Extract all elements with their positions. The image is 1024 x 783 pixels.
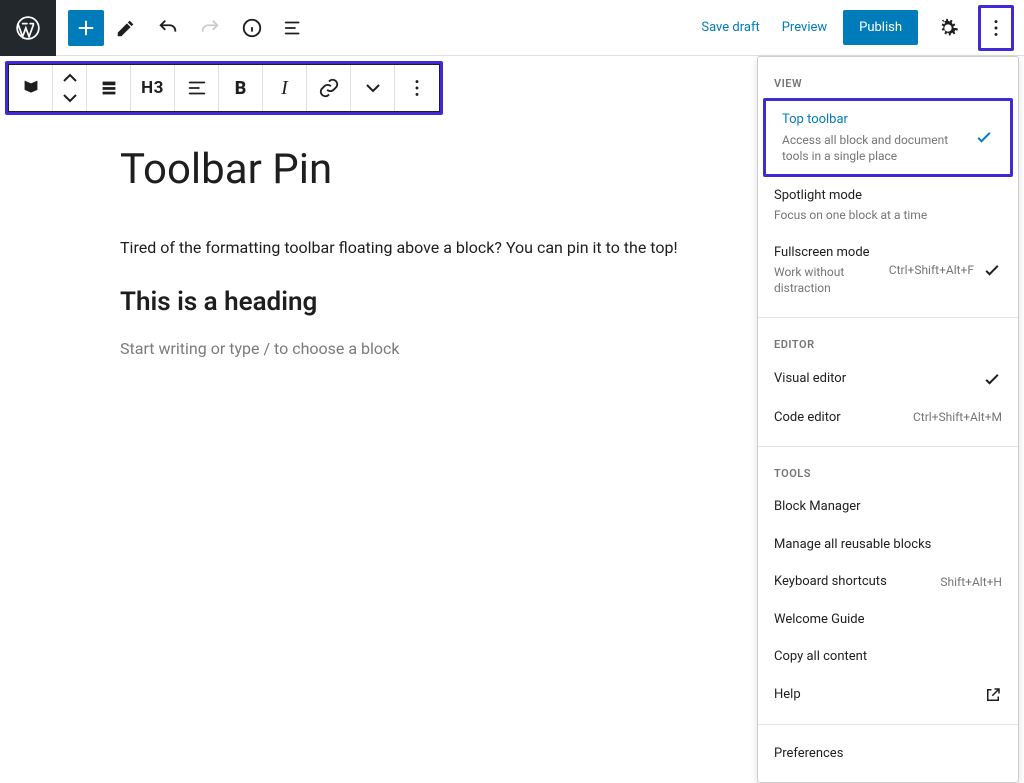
- editor-section: Editor Visual editor Code editor Ctrl+Sh…: [758, 318, 1018, 448]
- check-icon: [974, 127, 994, 147]
- heading-block[interactable]: This is a heading: [120, 287, 760, 317]
- tools-edit-icon[interactable]: [106, 8, 146, 48]
- menu-help[interactable]: Help: [758, 676, 1018, 714]
- pinned-block-toolbar-highlight: H3 B I: [5, 61, 443, 115]
- empty-block-placeholder[interactable]: Start writing or type / to choose a bloc…: [120, 339, 760, 358]
- menu-fullscreen-mode[interactable]: Fullscreen mode Work without distraction…: [758, 234, 1018, 307]
- menu-top-toolbar[interactable]: Top toolbar Access all block and documen…: [766, 101, 1010, 174]
- menu-welcome-guide[interactable]: Welcome Guide: [758, 601, 1018, 639]
- view-section: View Top toolbar Access all block and do…: [758, 57, 1018, 318]
- menu-code-editor[interactable]: Code editor Ctrl+Shift+Alt+M: [758, 399, 1018, 437]
- align-button[interactable]: [175, 65, 219, 111]
- info-button[interactable]: [232, 8, 272, 48]
- post-title[interactable]: Toolbar Pin: [120, 145, 760, 194]
- menu-spotlight-mode[interactable]: Spotlight mode Focus on one block at a t…: [758, 177, 1018, 234]
- menu-reusable-blocks[interactable]: Manage all reusable blocks: [758, 526, 1018, 564]
- check-icon: [982, 369, 1002, 389]
- menu-block-manager[interactable]: Block Manager: [758, 488, 1018, 526]
- header-left-tools: [56, 8, 314, 48]
- editor-header: Save draft Preview Publish: [0, 0, 1024, 56]
- options-dropdown: View Top toolbar Access all block and do…: [757, 56, 1019, 783]
- header-right-tools: Save draft Preview Publish: [695, 5, 1024, 51]
- publish-button[interactable]: Publish: [843, 10, 918, 45]
- menu-visual-editor[interactable]: Visual editor: [758, 359, 1018, 399]
- wp-logo[interactable]: [0, 0, 56, 56]
- block-options-button[interactable]: [395, 65, 439, 111]
- preview-button[interactable]: Preview: [776, 12, 833, 43]
- check-icon: [982, 260, 1002, 280]
- editor-section-label: Editor: [758, 328, 1018, 359]
- menu-copy-content[interactable]: Copy all content: [758, 638, 1018, 676]
- tools-section: Tools Block Manager Manage all reusable …: [758, 447, 1018, 725]
- heading-level-button[interactable]: H3: [131, 65, 175, 111]
- top-toolbar-highlight: Top toolbar Access all block and documen…: [763, 98, 1013, 177]
- external-link-icon: [984, 686, 1002, 704]
- prefs-section: Preferences: [758, 725, 1018, 783]
- editor-canvas: Toolbar Pin Tired of the formatting tool…: [0, 115, 760, 358]
- tools-section-label: Tools: [758, 457, 1018, 488]
- list-view-icon[interactable]: [9, 65, 53, 111]
- more-formatting-button[interactable]: [351, 65, 395, 111]
- save-draft-button[interactable]: Save draft: [695, 12, 765, 43]
- add-block-button[interactable]: [68, 10, 104, 46]
- block-type-heading-icon[interactable]: [87, 65, 131, 111]
- view-section-label: View: [758, 67, 1018, 98]
- bold-button[interactable]: B: [219, 65, 263, 111]
- block-mover: [53, 65, 87, 111]
- options-button[interactable]: [981, 8, 1011, 48]
- paragraph-block[interactable]: Tired of the formatting toolbar floating…: [120, 238, 760, 257]
- menu-preferences[interactable]: Preferences: [758, 735, 1018, 773]
- block-toolbar: H3 B I: [8, 64, 440, 112]
- menu-keyboard-shortcuts[interactable]: Keyboard shortcuts Shift+Alt+H: [758, 563, 1018, 601]
- move-up-button[interactable]: [62, 68, 78, 88]
- undo-button[interactable]: [148, 8, 188, 48]
- italic-button[interactable]: I: [263, 65, 307, 111]
- redo-button: [190, 8, 230, 48]
- settings-button[interactable]: [928, 8, 968, 48]
- move-down-button[interactable]: [62, 88, 78, 108]
- link-button[interactable]: [307, 65, 351, 111]
- outline-button[interactable]: [274, 8, 314, 48]
